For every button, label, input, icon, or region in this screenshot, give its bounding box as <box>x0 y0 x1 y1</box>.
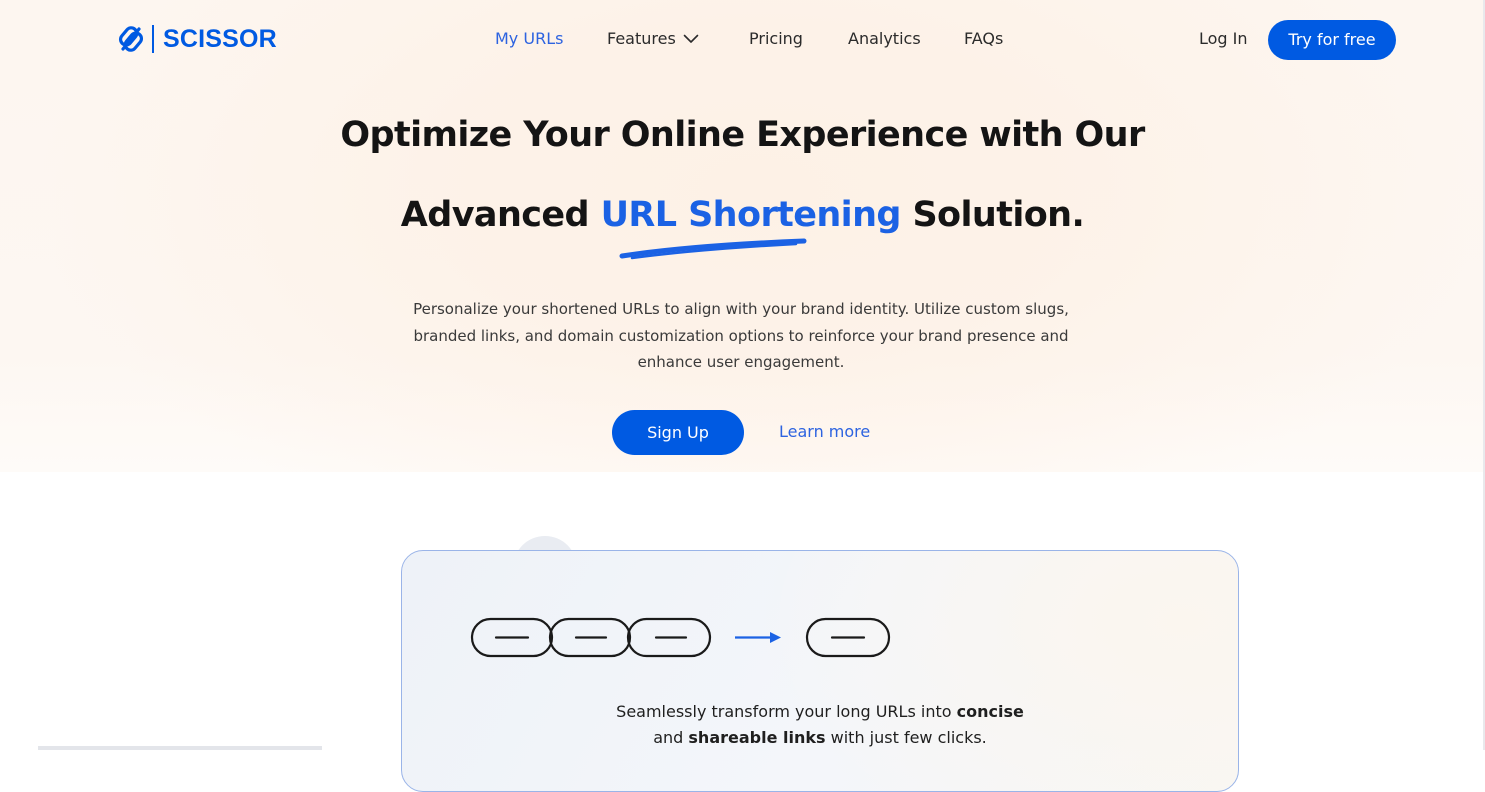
logo-divider <box>152 25 154 53</box>
arrow-right-icon <box>735 632 781 643</box>
card-text-part2: and <box>653 728 689 747</box>
nav-pricing[interactable]: Pricing <box>749 29 803 49</box>
hero-headline-line2: Advanced URL Shortening Solution. <box>0 192 1485 238</box>
link-icon <box>118 26 144 52</box>
chevron-down-icon <box>683 34 699 43</box>
feature-card: Seamlessly transform your long URLs into… <box>401 550 1239 792</box>
sign-up-button[interactable]: Sign Up <box>612 410 744 455</box>
nav-faqs[interactable]: FAQs <box>964 29 1003 49</box>
nav-my-urls[interactable]: My URLs <box>495 29 563 49</box>
card-text-part1: Seamlessly transform your long URLs into <box>616 702 957 721</box>
card-text-bold1: concise <box>956 702 1024 721</box>
nav-features-label: Features <box>607 29 676 48</box>
nav-analytics[interactable]: Analytics <box>848 29 921 49</box>
card-text-part3: with just few clicks. <box>825 728 987 747</box>
headline-suffix: Solution. <box>900 195 1085 235</box>
chain-shortening-icon <box>470 617 891 658</box>
feature-card-text: Seamlessly transform your long URLs into… <box>402 699 1238 751</box>
hero-description: Personalize your shortened URLs to align… <box>413 300 1069 371</box>
headline-prefix: Advanced <box>400 195 601 235</box>
brand-logo[interactable]: SCISSOR <box>117 22 277 56</box>
card-text-bold2: shareable links <box>688 728 826 747</box>
nav-features[interactable]: Features <box>607 29 699 49</box>
learn-more-link[interactable]: Learn more <box>779 422 870 442</box>
horizontal-scrollbar[interactable] <box>38 746 322 750</box>
brand-name: SCISSOR <box>163 24 277 53</box>
headline-accent: URL Shortening <box>600 195 902 235</box>
login-link[interactable]: Log In <box>1199 29 1248 49</box>
brush-underline-icon <box>619 238 807 260</box>
hero-headline-line1: Optimize Your Online Experience with Our <box>340 115 1145 155</box>
try-for-free-button[interactable]: Try for free <box>1268 20 1396 60</box>
